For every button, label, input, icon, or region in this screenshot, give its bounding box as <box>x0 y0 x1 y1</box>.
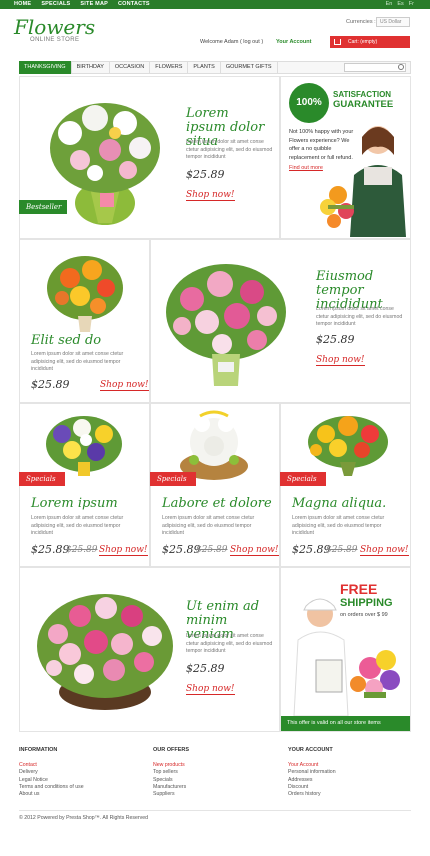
delivery-man-image <box>293 598 400 716</box>
product-title-elit[interactable]: Elit sed do <box>31 334 101 348</box>
product-shop-now-elit[interactable]: Shop now! <box>100 380 149 391</box>
specials-ribbon-2: Specials <box>150 472 196 486</box>
special-shop-now-2[interactable]: Shop now! <box>230 545 279 556</box>
footer-account-heading: YOUR ACCOUNT <box>288 747 333 753</box>
special-price-3: $25.89 <box>292 543 331 556</box>
rose-basket-image[interactable] <box>34 590 176 714</box>
bouquet-image-mixed[interactable] <box>42 412 126 478</box>
footer-information-list: Contact Delivery Legal Notice Terms and … <box>19 762 84 798</box>
specials-ribbon-3: Specials <box>280 472 326 486</box>
category-plants[interactable]: PLANTS <box>188 61 221 74</box>
featured-price: $25.89 <box>186 168 225 181</box>
footer-offers-list: New products Top sellers Specials Manufa… <box>153 762 186 798</box>
teddy-bear-basket-image[interactable] <box>172 408 256 482</box>
product-price-eiusmod: $25.89 <box>316 333 355 346</box>
footer-information-heading: INFORMATION <box>19 747 58 753</box>
footer-link-orders-history[interactable]: Orders history <box>288 791 336 798</box>
currency-select[interactable]: US Dollar <box>376 17 410 27</box>
footer-offers-heading: OUR OFFERS <box>153 747 190 753</box>
currency-label: Currencies : <box>346 19 376 25</box>
special-title-3[interactable]: Magna aliqua. <box>292 497 386 511</box>
topnav-specials[interactable]: SPECIALS <box>41 0 70 9</box>
featured-description: Lorem ipsum dolor sit amet conse ctetur … <box>186 139 273 160</box>
language-switcher: En Es Fr <box>386 0 414 9</box>
your-account-link[interactable]: Your Account <box>276 39 311 45</box>
guarantee-title-1: SATISFACTION <box>333 90 392 99</box>
category-flowers[interactable]: FLOWERS <box>150 61 189 74</box>
topnav-contacts[interactable]: CONTACTS <box>118 0 150 9</box>
featured-description-2: Lorem ipsum dolor sit amet conse ctetur … <box>186 633 273 654</box>
featured-shop-now-2[interactable]: Shop now! <box>186 684 235 695</box>
featured-shop-now[interactable]: Shop now! <box>186 190 235 201</box>
topnav-sitemap[interactable]: SITE MAP <box>80 0 108 9</box>
special-price-1: $25.89 <box>31 543 70 556</box>
footer-link-legal[interactable]: Legal Notice <box>19 777 84 784</box>
footer-link-suppliers[interactable]: Suppliers <box>153 791 186 798</box>
featured-price-2: $25.89 <box>186 662 225 675</box>
footer-link-discount[interactable]: Discount <box>288 784 336 791</box>
category-birthday[interactable]: BIRTHDAY <box>72 61 110 74</box>
footer-link-top-sellers[interactable]: Top sellers <box>153 769 186 776</box>
footer-link-new-products[interactable]: New products <box>153 762 186 769</box>
cart-button[interactable]: Cart: (empty) <box>330 36 410 48</box>
guarantee-title-2: GUARANTEE <box>333 99 394 110</box>
bouquet-image-gerbera[interactable] <box>40 248 130 332</box>
search-icon[interactable] <box>398 64 404 70</box>
footer-link-personal-info[interactable]: Personal information <box>288 769 336 776</box>
shipping-offer-bar: This offer is valid on all our store ite… <box>281 716 410 731</box>
lang-es[interactable]: Es <box>397 0 403 9</box>
category-tabs: THANKSGIVING BIRTHDAY OCCASION FLOWERS P… <box>19 61 278 74</box>
footer-divider <box>19 810 411 811</box>
category-gourmet-gifts[interactable]: GOURMET GIFTS <box>221 61 278 74</box>
bouquet-image-roses[interactable] <box>162 254 290 390</box>
product-description-elit: Lorem ipsum dolor sit amet conse ctetur … <box>31 351 124 372</box>
footer-link-addresses[interactable]: Addresses <box>288 777 336 784</box>
footer-copyright: © 2012 Powered by Presta Shop™. All Righ… <box>19 815 148 821</box>
footer-link-specials[interactable]: Specials <box>153 777 186 784</box>
special-description-1: Lorem ipsum dolor sit amet conse ctetur … <box>31 515 124 536</box>
special-old-price-1: $25.89 <box>66 545 98 555</box>
special-description-3: Lorem ipsum dolor sit amet conse ctetur … <box>292 515 385 536</box>
footer-link-your-account[interactable]: Your Account <box>288 762 336 769</box>
footer-link-terms[interactable]: Terms and conditions of use <box>19 784 84 791</box>
special-old-price-3: $25.89 <box>326 545 358 555</box>
product-price-elit: $25.89 <box>31 378 70 391</box>
topnav-home[interactable]: HOME <box>14 0 31 9</box>
top-nav: HOME SPECIALS SITE MAP CONTACTS <box>14 0 150 9</box>
logo[interactable]: Flowers <box>14 16 95 38</box>
product-shop-now-eiusmod[interactable]: Shop now! <box>316 355 365 366</box>
special-title-1[interactable]: Lorem ipsum <box>31 497 118 511</box>
special-shop-now-1[interactable]: Shop now! <box>99 545 148 556</box>
footer-link-delivery[interactable]: Delivery <box>19 769 84 776</box>
search-input[interactable] <box>344 63 406 72</box>
category-thanksgiving[interactable]: THANKSGIVING <box>19 61 72 74</box>
category-occasion[interactable]: OCCASION <box>110 61 151 74</box>
welcome-text: Welcome Adam ( log out ) <box>200 39 264 45</box>
special-old-price-2: $25.89 <box>196 545 228 555</box>
florist-woman-image <box>320 126 406 237</box>
special-price-2: $25.89 <box>162 543 201 556</box>
special-description-2: Lorem ipsum dolor sit amet conse ctetur … <box>162 515 255 536</box>
special-shop-now-3[interactable]: Shop now! <box>360 545 409 556</box>
lang-en[interactable]: En <box>386 0 393 9</box>
bestseller-ribbon: Bestseller <box>19 200 67 214</box>
lang-fr[interactable]: Fr <box>409 0 414 9</box>
footer-link-contact[interactable]: Contact <box>19 762 84 769</box>
bouquet-image-sunflower[interactable] <box>304 410 392 476</box>
specials-ribbon-1: Specials <box>19 472 65 486</box>
footer-link-about[interactable]: About us <box>19 791 84 798</box>
cart-icon <box>334 39 341 45</box>
footer-link-manufacturers[interactable]: Manufacturers <box>153 784 186 791</box>
footer-account-list: Your Account Personal information Addres… <box>288 762 336 798</box>
product-description-eiusmod: Lorem ipsum dolor sit amet conse ctetur … <box>316 306 403 327</box>
logo-subtitle: ONLINE STORE <box>30 37 80 43</box>
special-title-2[interactable]: Labore et dolore <box>162 497 272 511</box>
